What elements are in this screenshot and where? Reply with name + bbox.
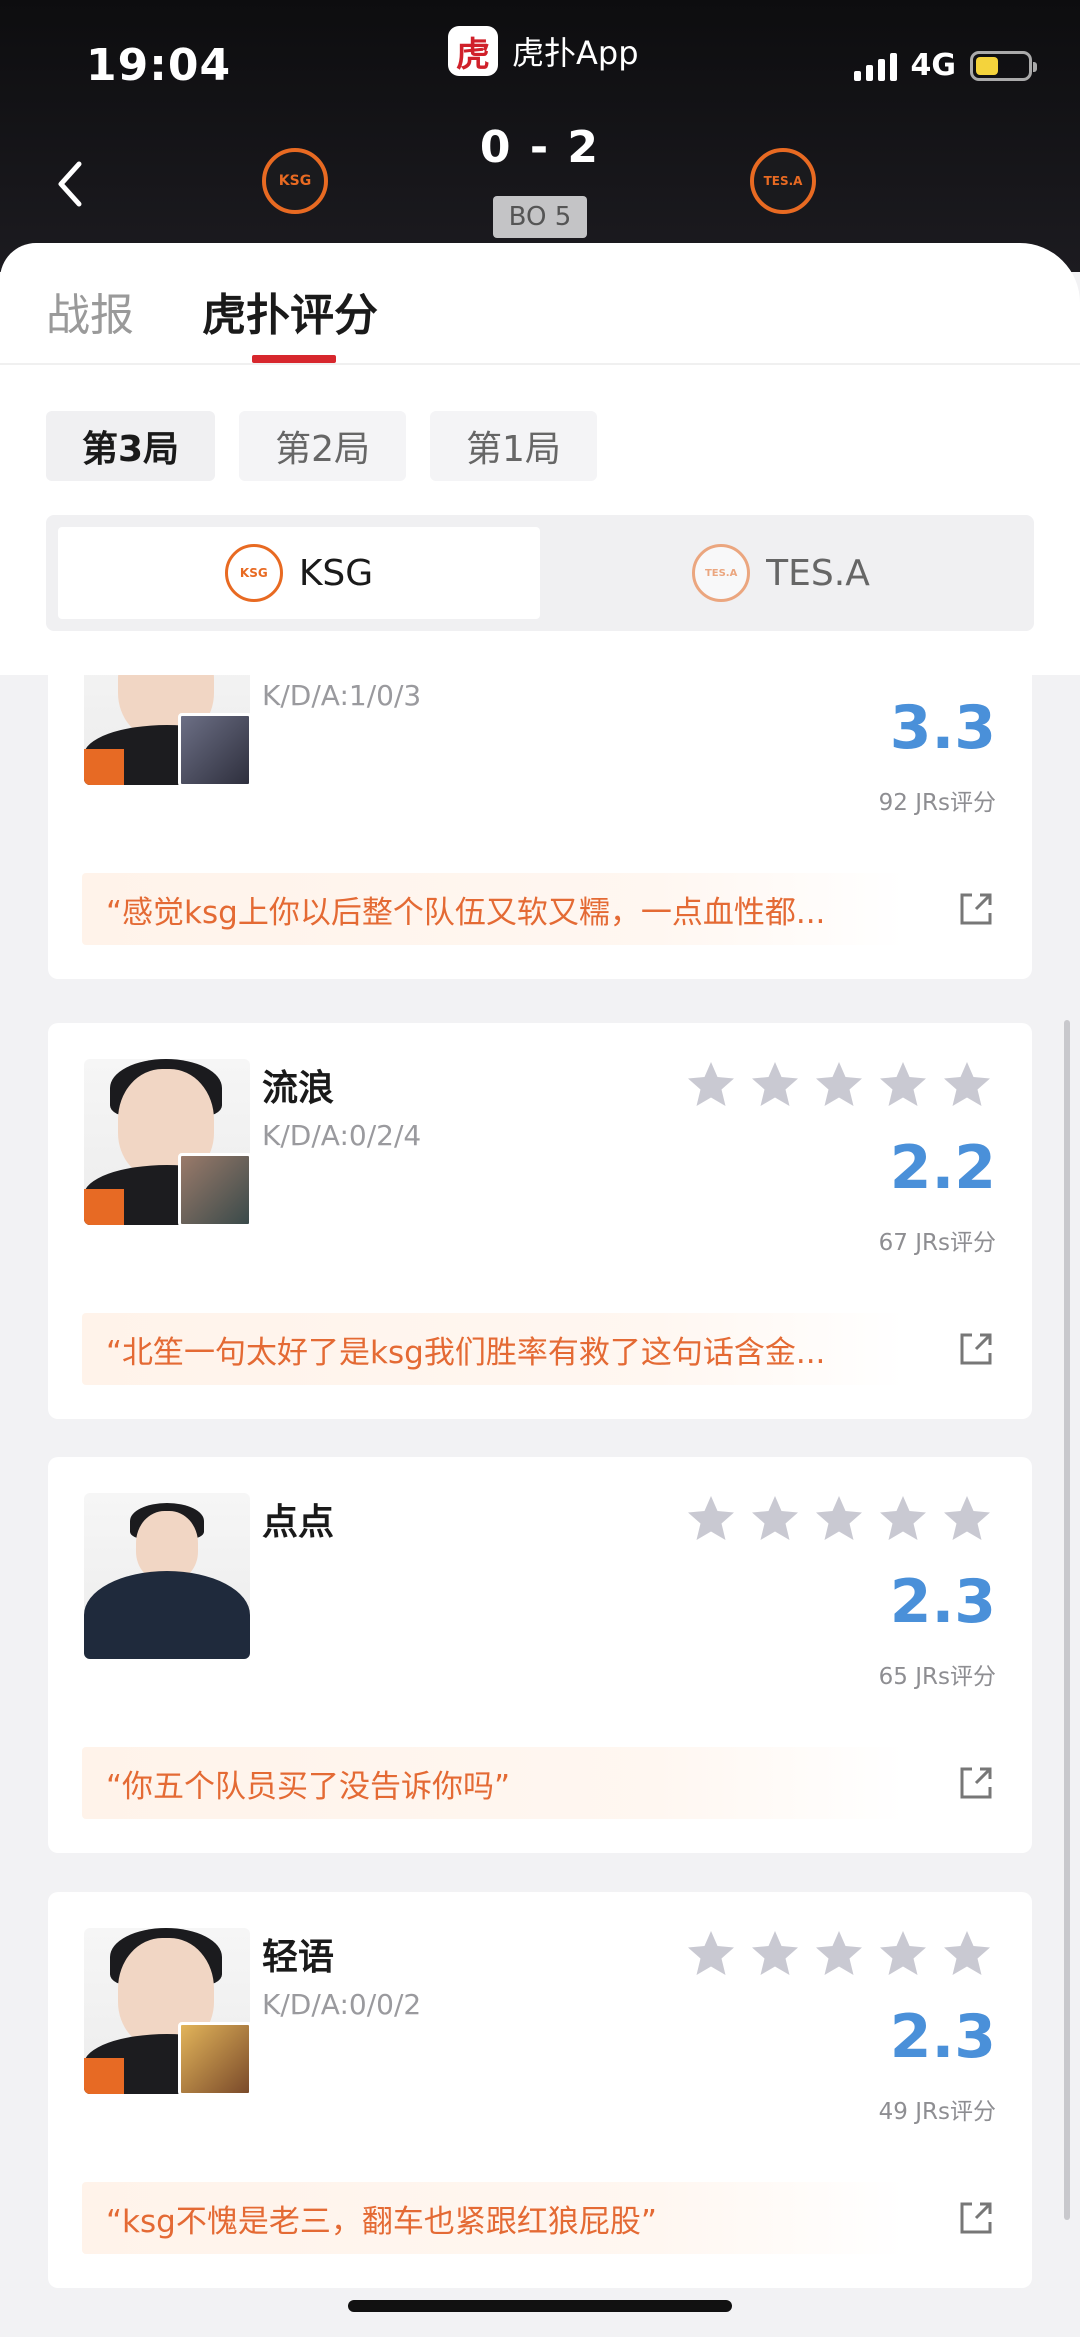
star-icon[interactable] <box>684 1057 738 1111</box>
star-icon[interactable] <box>748 1057 802 1111</box>
star-rating[interactable] <box>684 1491 994 1545</box>
rating-vote-count: 67 JRs评分 <box>878 1230 996 1256</box>
signal-icon <box>853 51 897 81</box>
player-card[interactable]: 流浪 K/D/A:0/2/4 2.2 67 JRs评分 “北笙一句太好了是ksg… <box>48 1023 1032 1419</box>
top-comment[interactable]: “你五个队员买了没告诉你吗” <box>82 1747 906 1819</box>
match-format-badge: BO 5 <box>493 196 587 238</box>
hupu-logo-icon: 虎 <box>448 26 498 76</box>
tesa-logo-icon: TES.A <box>692 544 751 602</box>
player-rating-score: 2.3 <box>889 1567 996 1637</box>
top-comment[interactable]: “ksg不愧是老三，翻车也紧跟红狼屁股” <box>82 2182 906 2254</box>
rating-panel: 战报 虎扑评分 第3局 第2局 第1局 KSG KSG TES.A TES.A <box>0 243 1080 675</box>
star-icon[interactable] <box>876 1491 930 1545</box>
comment-text: “北笙一句太好了是ksg我们胜率有救了这句话含金... <box>106 1334 826 1371</box>
hero-avatar-icon <box>178 2022 252 2096</box>
player-card[interactable]: 点点 2.3 65 JRs评分 “你五个队员买了没告诉你吗” <box>48 1457 1032 1853</box>
star-icon[interactable] <box>684 1926 738 1980</box>
match-score: 0 - 2 <box>479 122 601 173</box>
round-selector: 第3局 第2局 第1局 <box>46 411 597 481</box>
star-icon[interactable] <box>940 1057 994 1111</box>
tab-bar: 战报 虎扑评分 <box>0 243 1080 365</box>
network-type: 4G <box>910 48 957 83</box>
player-kda: K/D/A:1/0/3 <box>262 679 422 712</box>
tab-active-indicator <box>252 355 336 363</box>
share-icon[interactable] <box>956 1329 996 1369</box>
round-1-button[interactable]: 第1局 <box>429 411 597 481</box>
player-name: 轻语 <box>262 1937 335 1978</box>
team-name: KSG <box>298 552 374 594</box>
away-team-logo[interactable]: TES.A <box>750 148 816 214</box>
comment-text: “ksg不愧是老三，翻车也紧跟红狼屁股” <box>106 2203 657 2240</box>
app-name: 虎扑App <box>512 34 639 72</box>
star-rating[interactable] <box>684 1057 994 1111</box>
scrollbar-thumb[interactable] <box>1064 1020 1070 2220</box>
match-header: 19:04 虎 虎扑App 4G KSG 0 - 2 BO 5 TES.A <box>0 0 1080 272</box>
team-switch: KSG KSG TES.A TES.A <box>46 515 1034 631</box>
app-badge[interactable]: 虎 虎扑App <box>448 26 639 76</box>
star-icon[interactable] <box>748 1926 802 1980</box>
share-icon[interactable] <box>956 2198 996 2238</box>
star-icon[interactable] <box>684 1491 738 1545</box>
star-icon[interactable] <box>812 1491 866 1545</box>
player-rating-score: 2.3 <box>889 2002 996 2072</box>
tab-hupu-rating[interactable]: 虎扑评分 <box>202 279 378 343</box>
tab-report[interactable]: 战报 <box>46 279 134 343</box>
star-icon[interactable] <box>812 1926 866 1980</box>
player-card[interactable]: K/D/A:1/0/3 3.3 92 JRs评分 “感觉ksg上你以后整个队伍又… <box>48 675 1032 979</box>
top-comment[interactable]: “北笙一句太好了是ksg我们胜率有救了这句话含金... <box>82 1313 906 1385</box>
share-icon[interactable] <box>956 889 996 929</box>
coach-portrait <box>84 1493 250 1659</box>
player-name: 点点 <box>262 1502 335 1543</box>
star-rating[interactable] <box>684 1926 994 1980</box>
hero-avatar-icon <box>178 713 252 787</box>
player-card[interactable]: 轻语 K/D/A:0/0/2 2.3 49 JRs评分 “ksg不愧是老三，翻车… <box>48 1892 1032 2288</box>
top-comment[interactable]: “感觉ksg上你以后整个队伍又软又糯，一点血性都... <box>82 873 906 945</box>
player-kda: K/D/A:0/2/4 <box>262 1119 422 1152</box>
player-rating-list[interactable]: K/D/A:1/0/3 3.3 92 JRs评分 “感觉ksg上你以后整个队伍又… <box>0 675 1080 2337</box>
rating-vote-count: 65 JRs评分 <box>878 1664 996 1690</box>
rating-vote-count: 49 JRs评分 <box>878 2099 996 2125</box>
player-rating-score: 3.3 <box>889 693 996 763</box>
player-rating-score: 2.2 <box>889 1133 996 1203</box>
star-icon[interactable] <box>876 1926 930 1980</box>
star-icon[interactable] <box>876 1057 930 1111</box>
star-icon[interactable] <box>748 1491 802 1545</box>
star-icon[interactable] <box>812 1057 866 1111</box>
star-icon[interactable] <box>940 1491 994 1545</box>
comment-text: “你五个队员买了没告诉你吗” <box>106 1768 511 1805</box>
hero-avatar-icon <box>178 1153 252 1227</box>
status-time: 19:04 <box>86 40 232 91</box>
ksg-logo-icon: KSG <box>224 544 283 602</box>
team-option-tesa[interactable]: TES.A TES.A <box>540 527 1022 619</box>
player-kda: K/D/A:0/0/2 <box>262 1988 422 2021</box>
comment-text: “感觉ksg上你以后整个队伍又软又糯，一点血性都... <box>106 894 826 931</box>
battery-icon <box>970 50 1037 81</box>
round-2-button[interactable]: 第2局 <box>239 411 406 481</box>
team-option-ksg[interactable]: KSG KSG <box>58 527 540 619</box>
rating-vote-count: 92 JRs评分 <box>878 790 996 816</box>
player-name: 流浪 <box>262 1068 335 1109</box>
star-icon[interactable] <box>940 1926 994 1980</box>
home-indicator[interactable] <box>348 2300 732 2312</box>
round-3-button[interactable]: 第3局 <box>46 411 216 481</box>
team-name: TES.A <box>766 552 870 594</box>
share-icon[interactable] <box>956 1763 996 1803</box>
status-indicators: 4G <box>853 48 1037 83</box>
